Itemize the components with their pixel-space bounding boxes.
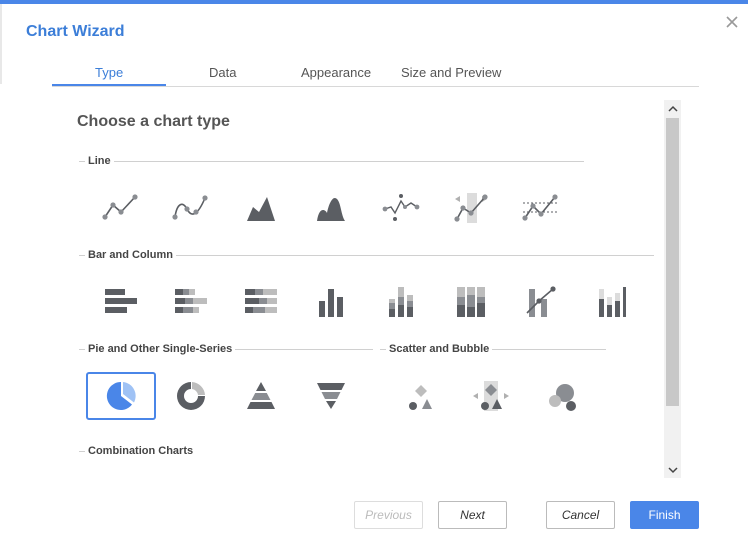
smooth-area-chart-icon[interactable]: [296, 184, 366, 232]
cancel-button[interactable]: Cancel: [546, 501, 615, 529]
group-label-bar-and-column: Bar and Column: [85, 249, 176, 261]
window-top-bar: [0, 0, 748, 4]
stacked-column-chart-icon[interactable]: [366, 278, 436, 326]
group-label-combination-charts: Combination Charts: [85, 445, 197, 457]
range-column-chart-icon[interactable]: [576, 278, 646, 326]
scrollbar-thumb[interactable]: [666, 118, 679, 406]
group-label-line: Line: [85, 155, 114, 167]
finish-button[interactable]: Finish: [630, 501, 699, 529]
pyramid-chart-icon[interactable]: [226, 372, 296, 420]
next-button[interactable]: Next: [438, 501, 507, 529]
group-divider: [79, 161, 584, 162]
target-line-chart-icon[interactable]: [506, 184, 576, 232]
line-chart-icon[interactable]: [86, 184, 156, 232]
close-icon[interactable]: [724, 14, 740, 30]
percent-stacked-bar-chart-icon[interactable]: [226, 278, 296, 326]
scatter-line-chart-icon[interactable]: [366, 184, 436, 232]
tab-data[interactable]: Data: [209, 65, 236, 80]
scroll-up-icon[interactable]: [664, 100, 681, 117]
percent-stacked-column-chart-icon[interactable]: [436, 278, 506, 326]
column-chart-icon[interactable]: [296, 278, 366, 326]
tab-size-and-preview[interactable]: Size and Preview: [401, 65, 501, 80]
highlighted-line-chart-icon[interactable]: [436, 184, 506, 232]
smooth-line-chart-icon[interactable]: [156, 184, 226, 232]
chart-type-panel: Choose a chart type Line Bar and Column …: [60, 100, 663, 478]
pie-chart-icon[interactable]: [86, 372, 156, 420]
previous-button[interactable]: Previous: [354, 501, 423, 529]
column-line-combo-icon[interactable]: [506, 278, 576, 326]
vertical-scrollbar[interactable]: [664, 100, 681, 478]
group-label-scatter-and-bubble: Scatter and Bubble: [386, 343, 493, 355]
scatter-chart-icon[interactable]: [386, 372, 456, 420]
area-chart-icon[interactable]: [226, 184, 296, 232]
bar-chart-icon[interactable]: [86, 278, 156, 326]
window-edge: [0, 4, 2, 84]
bubble-chart-icon[interactable]: [526, 372, 596, 420]
tab-type[interactable]: Type: [95, 65, 123, 80]
dialog-title: Chart Wizard: [26, 23, 125, 40]
donut-chart-icon[interactable]: [156, 372, 226, 420]
active-tab-indicator: [52, 84, 166, 86]
tab-bar: Type Data Appearance Size and Preview: [52, 60, 699, 87]
tab-appearance[interactable]: Appearance: [301, 65, 371, 80]
scroll-down-icon[interactable]: [664, 461, 681, 478]
page-title: Choose a chart type: [77, 113, 230, 130]
group-label-pie: Pie and Other Single-Series: [85, 343, 236, 355]
highlighted-scatter-chart-icon[interactable]: [456, 372, 526, 420]
funnel-chart-icon[interactable]: [296, 372, 366, 420]
stacked-bar-chart-icon[interactable]: [156, 278, 226, 326]
